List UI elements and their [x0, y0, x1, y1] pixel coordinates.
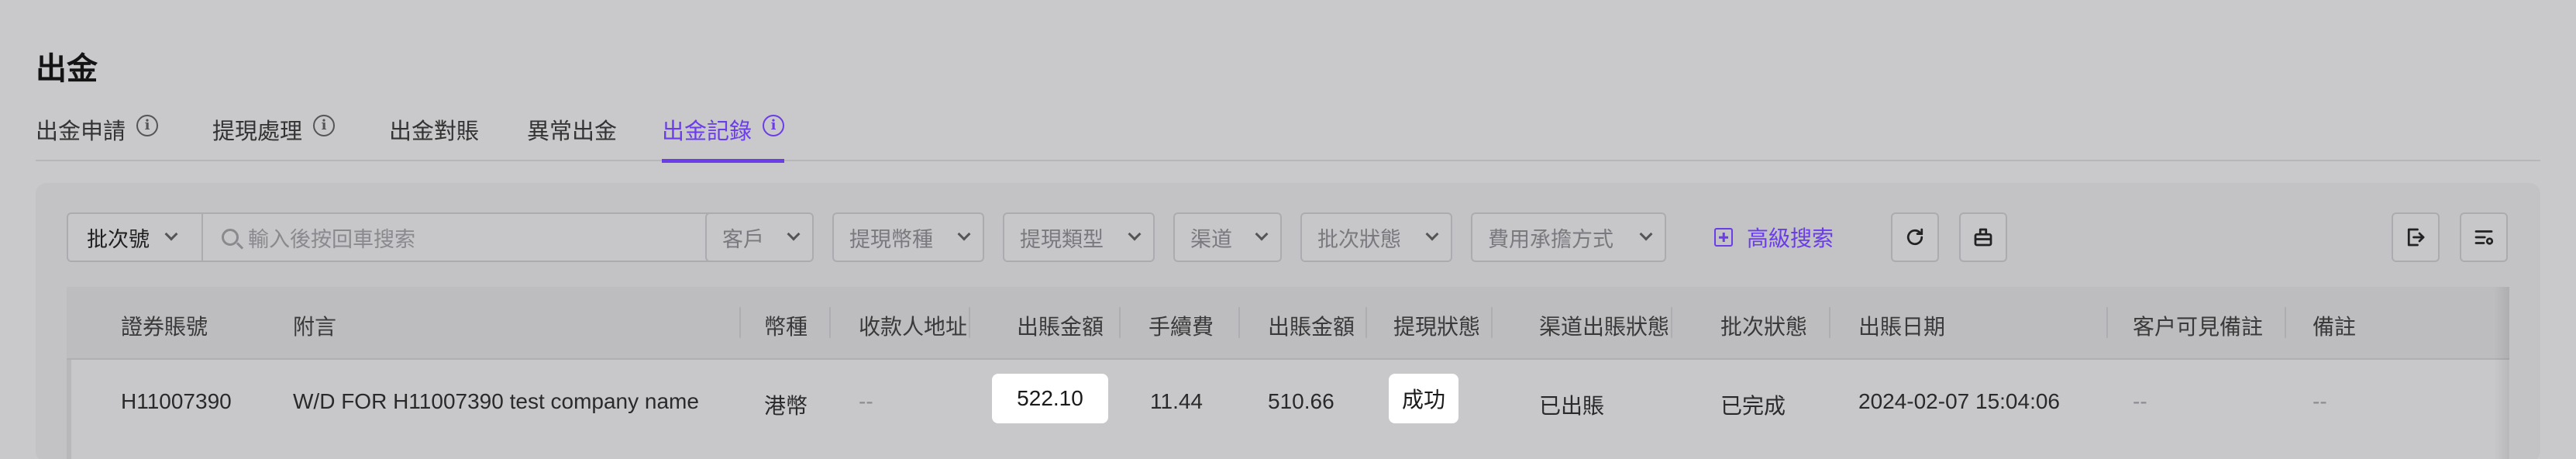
header-customer-note[interactable]: 客户可見備註: [2133, 310, 2263, 341]
column-settings-icon: [2474, 230, 2494, 245]
tab-bar: 出金申請 i 提現處理 i 出金對賬 異常出金 出金記錄 i: [36, 107, 2540, 163]
chevron-down-icon: [1425, 227, 1439, 241]
cell-memo: W/D FOR H11007390 test company name: [293, 389, 699, 413]
cell-fee: 11.44: [1150, 389, 1203, 413]
tab-withdrawal-reconciliation[interactable]: 出金對賬: [389, 113, 479, 161]
header-payee-address[interactable]: 收款人地址: [859, 310, 967, 341]
tab-label: 出金記錄: [662, 119, 752, 144]
cell-customer-note: --: [2133, 389, 2147, 413]
refresh-button[interactable]: [1891, 212, 1939, 262]
chevron-down-icon: [787, 227, 801, 241]
column-divider[interactable]: [2106, 307, 2108, 338]
tab-label: 提現處理: [212, 119, 303, 144]
table-scroll-shadow: [2494, 287, 2509, 459]
export-icon: [2407, 228, 2425, 247]
page-title: 出金: [36, 52, 98, 86]
cell-remark: --: [2313, 389, 2327, 413]
type-filter[interactable]: 提現類型: [1003, 212, 1155, 262]
info-icon[interactable]: i: [136, 115, 159, 136]
header-status[interactable]: 提現狀態: [1393, 310, 1480, 341]
search-input[interactable]: 輸入後按回車搜索: [203, 223, 415, 253]
chevron-down-icon: [1639, 227, 1653, 241]
chevron-down-icon: [1128, 227, 1142, 241]
eraser-icon: [1974, 228, 1992, 247]
tab-label: 出金對賬: [389, 119, 480, 144]
column-divider[interactable]: [829, 307, 831, 338]
tab-withdrawal-processing[interactable]: 提現處理 i: [212, 113, 336, 161]
column-divider[interactable]: [1491, 307, 1493, 338]
chevron-down-icon: [164, 227, 178, 241]
table-header: 證券賬號 附言 幣種 收款人地址 出賬金額 手續費 出賬金額 提現狀態 渠道出賬…: [67, 287, 2509, 360]
column-settings-button[interactable]: [2460, 212, 2508, 262]
header-remark[interactable]: 備註: [2313, 310, 2356, 341]
cell-payee-address: --: [859, 389, 873, 413]
column-divider[interactable]: [1119, 307, 1121, 338]
fee-bearer-filter[interactable]: 費用承擔方式: [1471, 212, 1666, 262]
info-icon[interactable]: i: [313, 115, 336, 136]
search-icon: [222, 229, 239, 246]
cell-currency: 港幣: [764, 394, 808, 418]
column-divider[interactable]: [1829, 307, 1830, 338]
header-memo[interactable]: 附言: [293, 310, 336, 341]
column-divider[interactable]: [969, 307, 970, 338]
header-net-amount[interactable]: 出賬金額: [1268, 310, 1355, 341]
customer-filter[interactable]: 客戶: [705, 212, 814, 262]
records-panel: 批次號 輸入後按回車搜索 客戶 提現幣種 提現類型 渠道 批次狀態 費用承擔方式…: [36, 183, 2540, 459]
cell-channel-status: 已出賬: [1539, 394, 1605, 418]
column-divider[interactable]: [1238, 307, 1240, 338]
header-date[interactable]: 出賬日期: [1858, 310, 1945, 341]
tab-label: 出金申請: [36, 119, 126, 144]
column-divider[interactable]: [1365, 307, 1367, 338]
cell-batch-status: 已完成: [1720, 394, 1786, 418]
column-divider[interactable]: [739, 307, 741, 338]
header-out-amount[interactable]: 出賬金額: [1017, 310, 1104, 341]
tab-abnormal-withdrawal[interactable]: 異常出金: [527, 113, 617, 161]
info-icon[interactable]: i: [763, 115, 785, 136]
chevron-down-icon: [957, 227, 971, 241]
clear-filters-button[interactable]: [1959, 212, 2007, 262]
advanced-search-button[interactable]: 高級搜索: [1714, 212, 1834, 262]
records-table: 證券賬號 附言 幣種 收款人地址 出賬金額 手續費 出賬金額 提現狀態 渠道出賬…: [67, 287, 2509, 459]
header-batch-status[interactable]: 批次狀態: [1720, 310, 1807, 341]
batch-status-filter[interactable]: 批次狀態: [1300, 212, 1452, 262]
cell-net-amount: 510.66: [1268, 389, 1334, 413]
tab-withdrawal-records[interactable]: 出金記錄 i: [662, 113, 785, 163]
header-channel-status[interactable]: 渠道出賬狀態: [1539, 310, 1669, 341]
header-fee[interactable]: 手續費: [1149, 310, 1214, 341]
batch-field-select[interactable]: 批次號: [68, 214, 203, 261]
batch-search-group: 批次號 輸入後按回車搜索: [67, 212, 722, 262]
status-badge: 成功: [1389, 374, 1458, 423]
column-divider[interactable]: [2285, 307, 2286, 338]
tab-label: 異常出金: [527, 119, 618, 144]
header-currency[interactable]: 幣種: [764, 310, 808, 341]
cell-account: H11007390: [121, 389, 232, 413]
tab-withdrawal-application[interactable]: 出金申請 i: [36, 113, 159, 161]
export-button[interactable]: [2392, 212, 2440, 262]
column-divider[interactable]: [1671, 307, 1672, 338]
refresh-icon: [1906, 228, 1923, 246]
cell-date: 2024-02-07 15:04:06: [1858, 389, 2060, 413]
channel-filter[interactable]: 渠道: [1173, 212, 1282, 262]
header-account[interactable]: 證券賬號: [121, 310, 208, 341]
plus-square-icon: [1714, 228, 1733, 247]
cell-out-amount: 522.10: [992, 374, 1108, 423]
currency-filter[interactable]: 提現幣種: [832, 212, 984, 262]
chevron-down-icon: [1255, 227, 1269, 241]
